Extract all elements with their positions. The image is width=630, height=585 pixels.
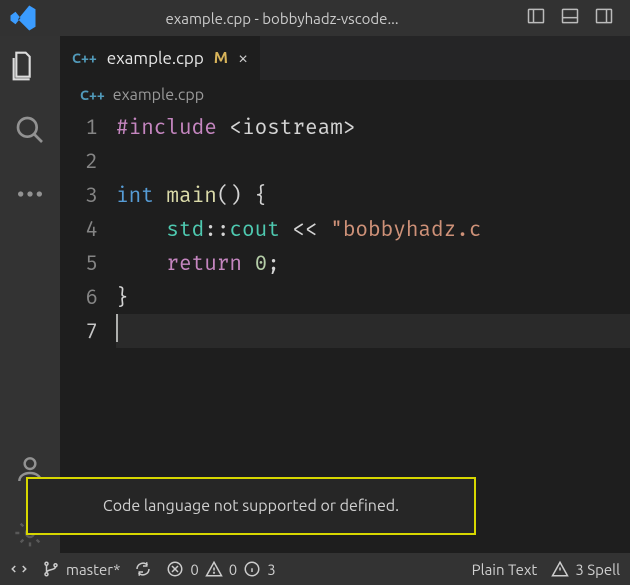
git-branch[interactable]: master*: [42, 560, 120, 578]
explorer-icon[interactable]: [0, 50, 39, 86]
code-area[interactable]: 1234567 #include <iostream> int main() {…: [60, 110, 630, 348]
search-icon[interactable]: [14, 114, 46, 150]
more-icon[interactable]: [14, 178, 46, 214]
cpp-lang-icon: C++: [72, 50, 97, 66]
line-gutter: 1234567: [60, 110, 116, 348]
window-title: example.cpp - bobbyhadz-vscode...: [38, 10, 526, 27]
status-bar: master* 0 0 3 Plain Text 3 Spell: [0, 553, 630, 585]
editor-tab[interactable]: C++ example.cpp M ×: [60, 36, 261, 80]
spell-indicator[interactable]: 3 Spell: [551, 560, 620, 578]
modified-badge: M: [214, 49, 228, 67]
breadcrumb-filename: example.cpp: [113, 86, 204, 104]
info-count: 3: [267, 561, 275, 578]
breadcrumb[interactable]: C++ example.cpp: [60, 80, 630, 110]
panel-bottom-icon[interactable]: [560, 6, 580, 30]
tab-bar: C++ example.cpp M ×: [60, 36, 630, 80]
warning-count: 0: [229, 561, 237, 578]
language-mode[interactable]: Plain Text: [472, 561, 538, 578]
sync-icon[interactable]: [134, 560, 152, 578]
panel-right-icon[interactable]: [594, 6, 614, 30]
tab-filename: example.cpp: [107, 49, 204, 68]
close-icon[interactable]: ×: [238, 48, 248, 68]
error-count: 0: [190, 561, 198, 578]
panel-left-icon[interactable]: [526, 6, 546, 30]
notification-message: Code language not supported or defined.: [103, 497, 399, 515]
code-lines[interactable]: #include <iostream> int main() { std::co…: [116, 110, 630, 348]
notification-toast[interactable]: Code language not supported or defined.: [26, 477, 476, 535]
branch-name: master*: [66, 561, 120, 578]
activity-bar: [0, 36, 60, 553]
editor: C++ example.cpp M × C++ example.cpp 1234…: [60, 36, 630, 553]
title-bar: example.cpp - bobbyhadz-vscode...: [0, 0, 630, 36]
cpp-lang-icon: C++: [80, 87, 105, 103]
vscode-logo-icon: [8, 3, 38, 33]
remote-icon[interactable]: [10, 560, 28, 578]
problems-indicator[interactable]: 0 0 3: [166, 560, 275, 578]
